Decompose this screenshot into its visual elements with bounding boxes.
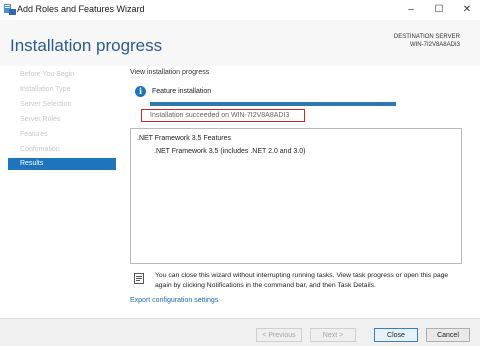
feature-installation-label: Feature installation: [152, 88, 212, 95]
wizard-header: Installation progress DESTINATION SERVER…: [0, 20, 480, 66]
nav-item-server-selection[interactable]: Server Selection: [8, 99, 116, 111]
export-configuration-link[interactable]: Export configuration settings: [130, 297, 218, 304]
next-button[interactable]: Next >: [310, 328, 356, 342]
destination-server-label: DESTINATION SERVER: [393, 34, 460, 40]
nav-item-server-roles[interactable]: Server Roles: [8, 114, 116, 126]
wizard-footer: < Previous Next > Close Cancel: [0, 318, 480, 346]
status-text: Installation succeeded on WIN-7I2V8A8ADI…: [150, 112, 290, 119]
installation-progress-bar: [150, 102, 396, 106]
close-button[interactable]: Close: [374, 328, 418, 342]
maximize-button[interactable]: ☐: [426, 2, 452, 18]
close-window-button[interactable]: ✕: [454, 2, 480, 18]
progress-fill: [150, 102, 396, 106]
view-progress-label: View installation progress: [130, 69, 210, 76]
nav-item-results[interactable]: Results: [8, 158, 116, 170]
page-title: Installation progress: [10, 36, 163, 55]
server-manager-icon: [4, 4, 16, 15]
cancel-button[interactable]: Cancel: [426, 328, 470, 342]
result-item-features: .NET Framework 3.5 Features: [137, 135, 232, 142]
destination-server-name: WIN-7I2V8A8ADI3: [409, 42, 460, 48]
result-item-framework: .NET Framework 3.5 (includes .NET 2.0 an…: [154, 148, 306, 155]
nav-item-confirmation[interactable]: Confirmation: [8, 144, 116, 156]
nav-item-before-you-begin[interactable]: Before You Begin: [8, 69, 116, 81]
nav-item-features[interactable]: Features: [8, 129, 116, 141]
window-title: Add Roles and Features Wizard: [17, 4, 145, 14]
info-icon: i: [135, 86, 146, 97]
previous-button[interactable]: < Previous: [256, 328, 302, 342]
main-content: View installation progress i Feature ins…: [122, 66, 472, 318]
results-list[interactable]: .NET Framework 3.5 Features .NET Framewo…: [130, 128, 462, 264]
minimize-button[interactable]: –: [398, 2, 424, 18]
notes-icon: [134, 273, 144, 284]
wizard-nav: Before You Begin Installation Type Serve…: [8, 66, 118, 318]
title-bar: Add Roles and Features Wizard – ☐ ✕: [0, 0, 480, 20]
close-wizard-note: You can close this wizard without interr…: [155, 272, 449, 289]
nav-item-installation-type[interactable]: Installation Type: [8, 84, 116, 96]
